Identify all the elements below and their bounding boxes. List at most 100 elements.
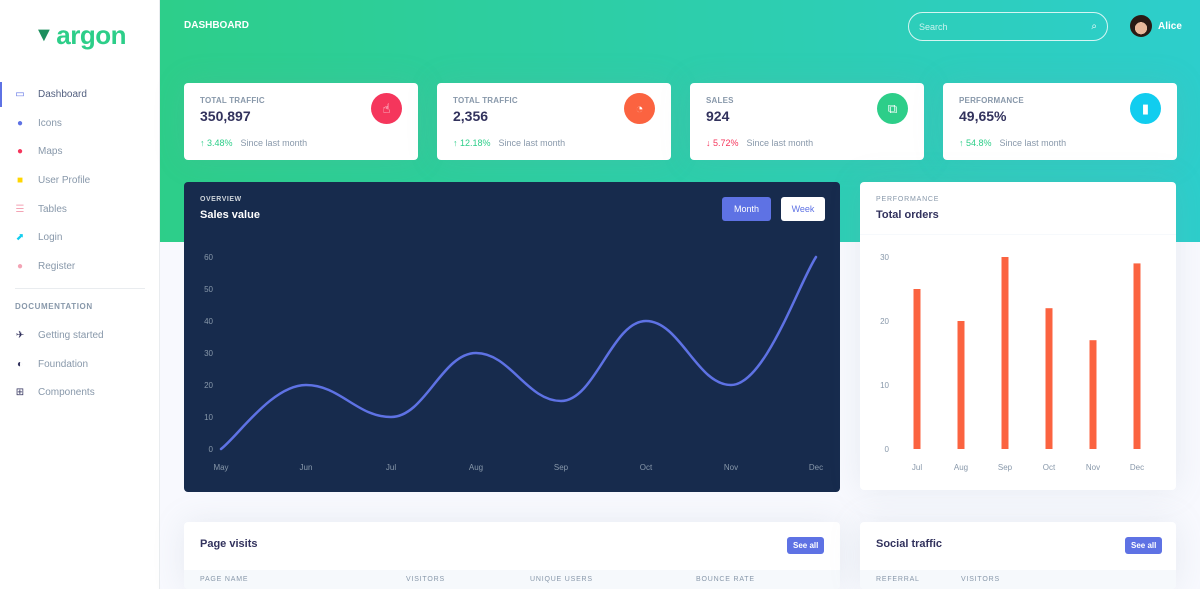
x-tick-label: Nov (724, 463, 738, 472)
y-tick-label: 30 (204, 349, 213, 358)
y-tick-label: 50 (204, 285, 213, 294)
x-tick-label: Dec (1130, 463, 1144, 472)
x-tick-label: Jun (300, 463, 313, 472)
stat-value: 2,356 (453, 108, 489, 124)
sidebar-item-foundation[interactable]: ◐ Foundation (0, 350, 160, 379)
sidebar-item-maps[interactable]: ● Maps (0, 137, 160, 166)
avatar[interactable] (1130, 15, 1152, 37)
column-header-unique-users[interactable]: Unique users (530, 576, 593, 583)
column-header-visitors[interactable]: Visitors (406, 576, 445, 583)
orders-bar-chart[interactable]: 0 10 20 30 Jul Aug Sep Oct Nov Dec (860, 182, 1176, 490)
sidebar-item-icons[interactable]: ● Icons (0, 109, 160, 138)
x-tick-label: Aug (954, 463, 968, 472)
x-tick-label: Oct (640, 463, 653, 472)
user-icon: ■ (16, 174, 24, 186)
stat-since: Since last month (999, 138, 1067, 148)
sidebar-item-label: Tables (38, 203, 67, 215)
sidebar-item-register[interactable]: ● Register (0, 252, 160, 281)
orders-bar[interactable] (1001, 257, 1009, 449)
x-tick-label: Sep (998, 463, 1013, 472)
y-tick-label: 30 (880, 253, 889, 262)
planet-icon: ● (16, 117, 24, 129)
stat-since: Since last month (240, 138, 308, 148)
sidebar-item-tables[interactable]: ☰ Tables (0, 195, 160, 224)
stat-label: Total traffic (453, 96, 518, 105)
user-name[interactable]: Alice (1158, 21, 1182, 32)
sidebar-item-login[interactable]: ⬈ Login (0, 223, 160, 252)
stat-label: Performance (959, 96, 1024, 105)
list-icon: ☰ (15, 203, 25, 215)
sales-data-point[interactable] (387, 413, 395, 421)
money-coins-icon: ⧉ (877, 93, 908, 124)
stat-value: 350,897 (200, 108, 251, 124)
search-input[interactable] (919, 21, 1092, 32)
search-box[interactable]: ⌕ (908, 12, 1108, 41)
stat-card-sales: Sales 924 ⧉ ↓ 5.72% Since last month (690, 83, 924, 160)
stat-card-total-traffic: Total traffic 350,897 ☝ ↑ 3.48% Since la… (184, 83, 418, 160)
stat-change-value: 3.48% (207, 138, 233, 148)
orders-bar[interactable] (913, 289, 921, 449)
user-menu[interactable]: Alice (1130, 15, 1182, 37)
search-icon[interactable]: ⌕ (1091, 21, 1097, 32)
sales-line-chart[interactable]: 0 10 20 30 40 50 60 May Jun Jul Aug Sep Oct Nov Dec (184, 182, 840, 492)
sidebar-divider (15, 288, 145, 289)
stat-label: Sales (706, 96, 734, 105)
sales-data-point[interactable] (217, 445, 225, 453)
page-visits-see-all-button[interactable]: See all (787, 537, 825, 554)
column-header-bounce-rate[interactable]: Bounce rate (696, 576, 755, 583)
stat-change-value: 12.18% (460, 138, 491, 148)
social-traffic-see-all-button[interactable]: See all (1125, 537, 1163, 554)
orders-bar[interactable] (1089, 340, 1097, 449)
sales-series-line[interactable] (219, 255, 818, 451)
stat-change-value: 5.72% (713, 138, 739, 148)
pin-icon: ● (16, 146, 24, 158)
ui-components-icon: ⊞ (15, 387, 25, 399)
y-tick-label: 0 (209, 445, 214, 454)
stat-change: ↑ 12.18% (453, 138, 491, 148)
y-tick-label: 10 (204, 413, 213, 422)
stat-footer: ↑ 12.18% Since last month (453, 138, 565, 148)
sales-data-point[interactable] (812, 253, 820, 261)
sales-data-point[interactable] (557, 397, 565, 405)
sales-value-card: Overview Sales value Month Week 0 10 20 30 4… (184, 182, 840, 492)
y-tick-label: 40 (204, 317, 213, 326)
y-tick-label: 10 (880, 381, 889, 390)
spaceship-icon: ✈ (15, 329, 25, 341)
stat-value: 49,65% (959, 108, 1007, 124)
sidebar-item-user-profile[interactable]: ■ User Profile (0, 166, 160, 195)
y-tick-label: 60 (204, 253, 213, 262)
sidebar-item-getting-started[interactable]: ✈ Getting started (0, 321, 160, 350)
sales-data-point[interactable] (302, 381, 310, 389)
sales-data-point[interactable] (642, 317, 650, 325)
documentation-nav: ✈ Getting started ◐ Foundation ⊞ Components (0, 321, 160, 407)
vue-logo-icon: ▼ (34, 24, 54, 46)
sidebar-item-label: Maps (38, 146, 63, 158)
sidebar-item-label: Getting started (38, 329, 104, 341)
sales-data-point[interactable] (727, 381, 735, 389)
sidebar-nav: ▭ Dashboard ● Icons ● Maps ■ User Profile ☰ Table… (0, 80, 160, 281)
sidebar-item-components[interactable]: ⊞ Components (0, 378, 160, 407)
chart-pie-icon: ◔ (624, 93, 655, 124)
column-header-page-name[interactable]: Page name (200, 576, 248, 583)
arrow-down-icon: ↓ (706, 138, 711, 148)
stat-footer: ↑ 54.8% Since last month (959, 138, 1066, 148)
tv-icon: ▭ (15, 88, 25, 100)
orders-bar[interactable] (1133, 263, 1141, 449)
x-tick-label: Sep (554, 463, 569, 472)
x-tick-label: Oct (1043, 463, 1056, 472)
column-header-visitors[interactable]: Visitors (961, 576, 1000, 583)
page-visits-card: Page visits See all Page name Visitors U… (184, 522, 840, 589)
sales-data-point[interactable] (472, 349, 480, 357)
sidebar-item-dashboard[interactable]: ▭ Dashboard (0, 80, 160, 109)
x-tick-label: Nov (1086, 463, 1100, 472)
page-title[interactable]: Dashboard (184, 20, 249, 31)
x-tick-label: Jul (386, 463, 396, 472)
brand-logo[interactable]: ▼ argon (34, 20, 127, 51)
social-traffic-table-header: Referral Visitors (860, 570, 1176, 589)
orders-bar[interactable] (957, 321, 965, 449)
orders-bar[interactable] (1045, 308, 1053, 449)
x-tick-label: Dec (809, 463, 823, 472)
stat-change-value: 54.8% (966, 138, 992, 148)
column-header-referral[interactable]: Referral (876, 576, 920, 583)
y-tick-label: 20 (880, 317, 889, 326)
